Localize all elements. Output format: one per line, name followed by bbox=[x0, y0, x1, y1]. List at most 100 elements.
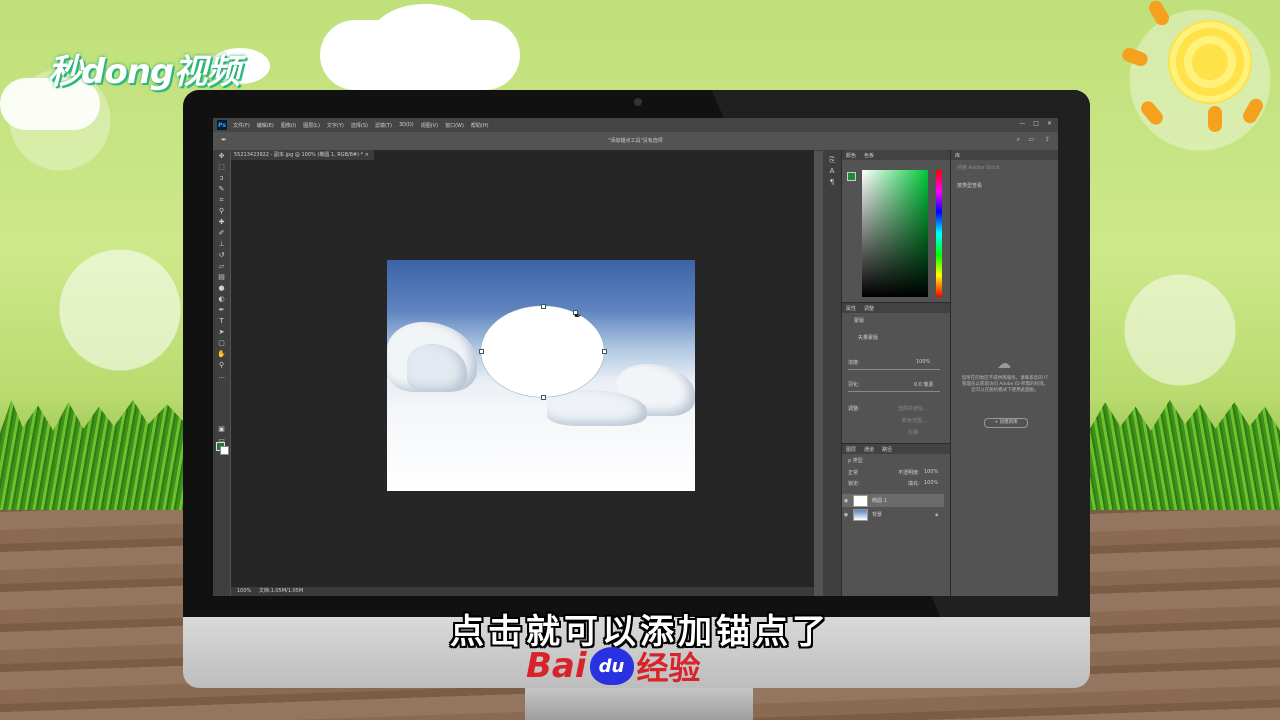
eyedropper-tool-icon[interactable]: ⚲ bbox=[217, 207, 226, 216]
create-library-button[interactable]: + 创建新库 bbox=[984, 418, 1028, 428]
eye-icon[interactable]: ◉ bbox=[842, 512, 850, 518]
tab-libraries[interactable]: 库 bbox=[955, 152, 960, 159]
path-select-tool-icon[interactable]: ➤ bbox=[217, 328, 226, 337]
marquee-tool-icon[interactable]: ⬚ bbox=[217, 163, 226, 172]
vector-mask-label: 矢量蒙版 bbox=[858, 335, 879, 341]
menu-image[interactable]: 图像(I) bbox=[281, 122, 296, 129]
type-tool-icon[interactable]: T bbox=[217, 317, 226, 326]
document-tab[interactable]: 55213423922 - 副本.jpg @ 100% (椭圆 1, RGB/8… bbox=[231, 150, 374, 160]
library-search-input[interactable]: 搜索 Adobe Stock bbox=[957, 164, 1000, 171]
density-slider[interactable] bbox=[848, 369, 940, 370]
invert-button[interactable]: 反相 bbox=[908, 429, 918, 436]
options-bar-text: "添加锚点工具"没有选项 bbox=[608, 138, 663, 144]
right-panels: 颜色 色板 属性 调整 蒙版 矢量蒙版 浓度: 100% 羽化: 0.0 像素 … bbox=[841, 150, 950, 596]
more-tools-icon[interactable]: … bbox=[217, 372, 226, 381]
share-icon[interactable]: ⇪ bbox=[1045, 136, 1050, 143]
paragraph-panel-icon[interactable]: ¶ bbox=[828, 178, 837, 187]
anchor-point[interactable] bbox=[479, 349, 484, 354]
mask-type-label: 蒙版 bbox=[854, 318, 865, 324]
status-bar: 100% 文档:1.05M/1.05M bbox=[231, 587, 814, 596]
dodge-tool-icon[interactable]: ◐ bbox=[217, 295, 226, 304]
grass bbox=[1090, 400, 1280, 510]
layer-row-background[interactable]: ◉ 背景 🔒︎ bbox=[842, 508, 944, 521]
layer-filter[interactable]: ρ 类型 bbox=[848, 457, 863, 464]
close-icon[interactable]: × bbox=[365, 152, 369, 158]
feather-value[interactable]: 0.0 像素 bbox=[914, 381, 934, 388]
adjust-label: 调整: bbox=[848, 406, 860, 412]
history-panel-icon[interactable]: ⎘ bbox=[828, 156, 837, 165]
tab-swatches[interactable]: 色板 bbox=[864, 152, 874, 159]
menu-layer[interactable]: 图层(L) bbox=[303, 122, 320, 129]
menu-file[interactable]: 文件(F) bbox=[233, 122, 250, 129]
history-brush-icon[interactable]: ↺ bbox=[217, 251, 226, 260]
fill-value[interactable]: 100% bbox=[924, 480, 938, 486]
search-icon[interactable]: ⌕ bbox=[1017, 136, 1020, 144]
healing-tool-icon[interactable]: ✚ bbox=[217, 218, 226, 227]
menu-window[interactable]: 窗口(W) bbox=[445, 122, 464, 129]
miaodong-logo: 秒dong视频 bbox=[48, 52, 240, 92]
menu-3d[interactable]: 3D(D) bbox=[399, 122, 414, 128]
color-range-button[interactable]: 颜色范围... bbox=[902, 417, 927, 424]
tab-paths[interactable]: 路径 bbox=[882, 446, 892, 453]
quick-select-tool-icon[interactable]: ✎ bbox=[217, 185, 226, 194]
tab-properties[interactable]: 属性 bbox=[846, 305, 856, 312]
menu-edit[interactable]: 编辑(E) bbox=[257, 122, 274, 129]
hand-tool-icon[interactable]: ✋ bbox=[217, 350, 226, 359]
eraser-tool-icon[interactable]: ▱ bbox=[217, 262, 226, 271]
shape-tool-icon[interactable]: ▢ bbox=[217, 339, 226, 348]
menu-select[interactable]: 选择(S) bbox=[351, 122, 368, 129]
tab-adjustments[interactable]: 调整 bbox=[864, 305, 874, 312]
lasso-tool-icon[interactable]: ↄ bbox=[217, 174, 226, 183]
window-controls: — □ ✕ bbox=[1019, 120, 1052, 127]
pen-tool-icon[interactable]: ✒ bbox=[217, 306, 226, 315]
hue-slider[interactable] bbox=[936, 170, 942, 297]
layer-thumbnail bbox=[853, 494, 868, 507]
color-picker-field[interactable] bbox=[862, 170, 928, 297]
stamp-tool-icon[interactable]: ⊥ bbox=[217, 240, 226, 249]
canvas-image[interactable]: ✒ bbox=[387, 260, 695, 491]
anchor-point[interactable] bbox=[541, 395, 546, 400]
sun-ray bbox=[1138, 98, 1166, 128]
document-area: 55213423922 - 副本.jpg @ 100% (椭圆 1, RGB/8… bbox=[231, 150, 814, 587]
layer-thumbnail bbox=[853, 508, 868, 521]
baidu-paw-icon: du bbox=[589, 647, 634, 685]
baidu-jingyan-text: 经验 bbox=[636, 649, 701, 687]
zoom-level[interactable]: 100% bbox=[237, 588, 251, 594]
library-filter[interactable]: 按类型查看 bbox=[957, 182, 982, 189]
crop-tool-icon[interactable]: ⌗ bbox=[217, 196, 226, 205]
layer-row-ellipse[interactable]: ◉ 椭圆 1 bbox=[842, 494, 944, 507]
workspace-icon[interactable]: ▭ bbox=[1028, 136, 1034, 143]
anchor-point[interactable] bbox=[541, 304, 546, 309]
character-panel-icon[interactable]: A bbox=[828, 167, 837, 176]
select-and-mask-button[interactable]: 选择并遮住... bbox=[898, 405, 928, 412]
monitor-stand bbox=[525, 688, 753, 720]
feather-slider[interactable] bbox=[848, 391, 940, 392]
tab-layers[interactable]: 图层 bbox=[846, 446, 856, 453]
anchor-point[interactable] bbox=[602, 349, 607, 354]
tab-color[interactable]: 颜色 bbox=[846, 152, 856, 159]
menu-help[interactable]: 帮助(H) bbox=[471, 122, 489, 129]
ellipse-shape[interactable] bbox=[481, 306, 604, 397]
move-tool-icon[interactable]: ✥ bbox=[217, 152, 226, 161]
opacity-value[interactable]: 100% bbox=[924, 469, 938, 475]
menu-view[interactable]: 视图(V) bbox=[421, 122, 438, 129]
brush-tool-icon[interactable]: ✐ bbox=[217, 229, 226, 238]
library-message: 您所在的地区不提供库服务。请联系您的 IT 管理员以获取访问 Adobe ID … bbox=[961, 376, 1049, 393]
close-button[interactable]: ✕ bbox=[1047, 120, 1052, 127]
blend-mode-select[interactable]: 正常 bbox=[848, 469, 858, 476]
color-panel-foreground-swatch[interactable] bbox=[847, 172, 856, 181]
minimize-button[interactable]: — bbox=[1019, 120, 1025, 127]
maximize-button[interactable]: □ bbox=[1033, 120, 1039, 127]
blur-tool-icon[interactable]: ● bbox=[217, 284, 226, 293]
zoom-tool-icon[interactable]: ⚲ bbox=[217, 361, 226, 370]
menu-type[interactable]: 文字(Y) bbox=[327, 122, 344, 129]
background-color-swatch[interactable] bbox=[220, 446, 229, 455]
density-value[interactable]: 100% bbox=[916, 359, 930, 365]
libraries-tabs: 库 bbox=[951, 150, 1058, 160]
eye-icon[interactable]: ◉ bbox=[842, 498, 850, 504]
gradient-tool-icon[interactable]: ▤ bbox=[217, 273, 226, 282]
baidu-bai-text: Bai bbox=[526, 646, 587, 686]
quick-mask-icon[interactable]: ▣ bbox=[217, 425, 226, 434]
menu-filter[interactable]: 滤镜(T) bbox=[375, 122, 392, 129]
tab-channels[interactable]: 通道 bbox=[864, 446, 874, 453]
